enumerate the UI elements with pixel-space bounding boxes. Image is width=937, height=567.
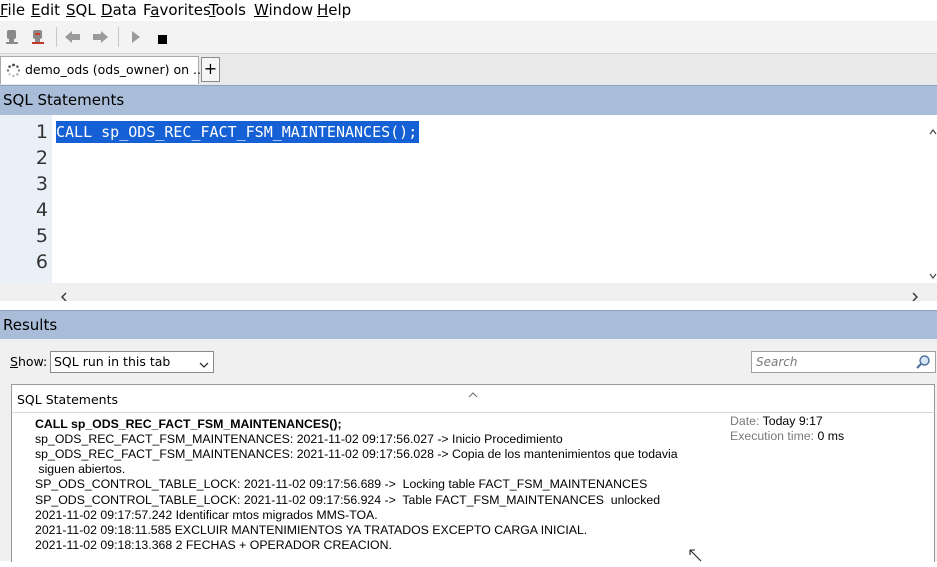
menu-window[interactable]: Window [254,1,313,19]
search-input[interactable] [756,352,906,372]
editor-vertical-scrollbar[interactable] [929,115,937,283]
line-number: 5 [35,225,48,247]
chevron-down-icon [199,357,209,372]
back-icon[interactable] [64,29,82,49]
show-filter-value: SQL run in this tab [54,354,171,369]
sql-editor[interactable]: 1 2 3 4 5 6 CALL sp_ODS_REC_FACT_FSM_MAI… [0,115,937,283]
editor-horizontal-scrollbar[interactable] [0,283,937,302]
search-box[interactable] [751,351,936,373]
line-number: 2 [35,147,48,169]
forward-icon[interactable] [91,29,109,49]
disconnect-icon[interactable] [30,29,46,49]
results-panel-title: SQL Statements [17,392,119,407]
line-number: 3 [35,173,48,195]
collapse-up-icon[interactable] [468,384,478,403]
executed-statement: CALL sp_ODS_REC_FACT_FSM_MAINTENANCES(); [35,417,342,431]
menu-bar: File Edit SQL Data Favorites Tools Windo… [0,0,937,21]
line-number: 4 [35,199,48,221]
execution-date: Date: Today 9:17 [730,414,823,428]
execution-time: Execution time: 0 ms [730,429,845,443]
show-label: Show: [10,354,48,369]
menu-edit[interactable]: Edit [31,1,60,19]
search-icon[interactable] [915,354,931,373]
menu-favorites[interactable]: Favorites [143,1,211,19]
menu-data[interactable]: Data [101,1,137,19]
results-pane: Show: SQL run in this tab SQL Statements… [0,339,937,562]
divider [12,412,934,413]
results-statements-panel: SQL Statements CALL sp_ODS_REC_FACT_FSM_… [11,384,935,562]
menu-help[interactable]: Help [317,1,351,19]
results-title: Results [3,316,58,334]
scroll-down-icon[interactable] [929,265,937,284]
log-line: sp_ODS_REC_FACT_FSM_MAINTENANCES: 2021-1… [35,447,678,461]
log-line: SP_ODS_CONTROL_TABLE_LOCK: 2021-11-02 09… [35,477,648,491]
line-number-gutter: 1 2 3 4 5 6 [0,115,52,283]
tab-label: demo_ods (ods_owner) on ... [25,62,205,77]
show-filter-select[interactable]: SQL run in this tab [50,351,214,373]
mouse-cursor-icon [689,548,703,567]
run-icon[interactable] [130,29,142,49]
panel-splitter[interactable] [0,301,937,316]
line-number: 1 [35,121,48,143]
scroll-up-icon[interactable] [929,121,937,140]
log-line: SP_ODS_CONTROL_TABLE_LOCK: 2021-11-02 09… [35,493,661,507]
connect-icon[interactable] [4,29,20,49]
toolbar-separator [118,27,119,47]
tab-demo-ods[interactable]: demo_ods (ods_owner) on ... [0,56,205,84]
tab-strip: demo_ods (ods_owner) on ... + [0,54,937,86]
loading-spinner-icon [6,63,21,82]
toolbar [0,21,937,54]
results-header: Results [0,310,937,340]
log-line: 2021-11-02 09:18:11.585 EXCLUIR MANTENIM… [35,523,588,537]
sql-statements-header: SQL Statements [0,85,937,115]
add-tab-button[interactable]: + [201,57,220,82]
sql-statements-title: SQL Statements [3,91,125,109]
menu-tools[interactable]: Tools [209,1,246,19]
log-line: 2021-11-02 09:17:57.242 Identificar mtos… [35,508,378,522]
menu-file[interactable]: File [0,1,25,19]
log-line: siguen abiertos. [35,462,126,476]
stop-icon[interactable] [157,31,169,50]
toolbar-separator [56,27,57,47]
log-line: 2021-11-02 09:18:13.368 2 FECHAS + OPERA… [35,538,392,552]
code-line-selected[interactable]: CALL sp_ODS_REC_FACT_FSM_MAINTENANCES(); [56,121,420,143]
menu-sql[interactable]: SQL [66,1,96,19]
log-line: sp_ODS_REC_FACT_FSM_MAINTENANCES: 2021-1… [35,432,563,446]
line-number: 6 [35,251,48,273]
